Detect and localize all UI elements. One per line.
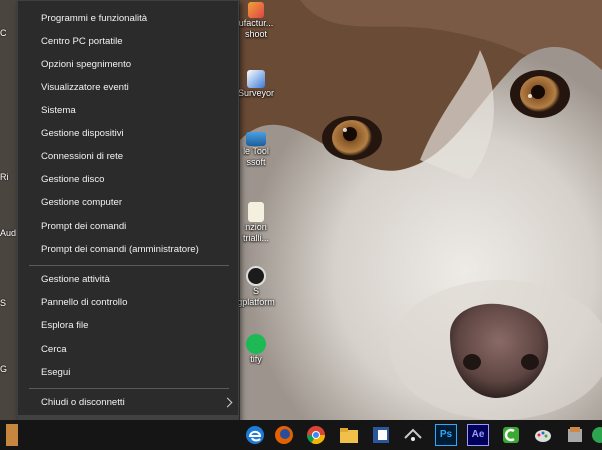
desktop-label-left: Aud bbox=[0, 228, 16, 238]
desktop-shortcut[interactable]: nzion trialli... bbox=[234, 202, 278, 244]
desktop-label-left: C bbox=[0, 28, 7, 38]
file-explorer-icon[interactable] bbox=[338, 424, 360, 446]
tools-icon[interactable] bbox=[564, 424, 586, 446]
chrome-icon[interactable] bbox=[305, 424, 327, 446]
menu-item-command-prompt-admin[interactable]: Prompt dei comandi (amministratore) bbox=[18, 239, 238, 261]
spotify-icon bbox=[246, 334, 266, 354]
desktop-shortcut[interactable]: ufactur... shoot bbox=[234, 2, 278, 40]
menu-separator bbox=[29, 388, 229, 389]
firefox-icon[interactable] bbox=[273, 424, 295, 446]
menu-item-label: Chiudi o disconnetti bbox=[41, 397, 125, 408]
menu-item-search[interactable]: Cerca bbox=[18, 339, 238, 361]
word-icon[interactable] bbox=[370, 424, 392, 446]
menu-item-run[interactable]: Esegui bbox=[18, 362, 238, 384]
menu-item-event-viewer[interactable]: Visualizzatore eventi bbox=[18, 77, 238, 99]
menu-item-network-connections[interactable]: Connessioni di rete bbox=[18, 146, 238, 168]
desktop-shortcut[interactable]: S gplatform bbox=[234, 266, 278, 308]
taskbar: Ps Ae bbox=[0, 420, 602, 450]
photoshop-icon[interactable]: Ps bbox=[435, 424, 457, 446]
document-icon bbox=[248, 202, 264, 222]
desktop-shortcut[interactable]: le Tool ssoft bbox=[234, 132, 278, 168]
monitor-icon bbox=[246, 132, 266, 146]
desktop-label-left: G bbox=[0, 364, 8, 374]
menu-item-file-explorer[interactable]: Esplora file bbox=[18, 315, 238, 337]
quick-link-menu: Programmi e funzionalità Centro PC porta… bbox=[17, 0, 239, 440]
menu-item-mobility-center[interactable]: Centro PC portatile bbox=[18, 31, 238, 53]
menu-item-computer-management[interactable]: Gestione computer bbox=[18, 192, 238, 214]
start-area-icon[interactable] bbox=[6, 424, 18, 446]
menu-item-device-manager[interactable]: Gestione dispositivi bbox=[18, 123, 238, 145]
desktop-shortcut[interactable]: tify bbox=[234, 334, 278, 365]
surveyor-icon bbox=[247, 70, 265, 88]
menu-item-disk-management[interactable]: Gestione disco bbox=[18, 169, 238, 191]
menu-item-command-prompt[interactable]: Prompt dei comandi bbox=[18, 216, 238, 238]
browser-icon[interactable] bbox=[590, 424, 602, 446]
menu-item-system[interactable]: Sistema bbox=[18, 100, 238, 122]
troubleshoot-icon bbox=[248, 2, 264, 18]
menu-item-task-manager[interactable]: Gestione attività bbox=[18, 269, 238, 291]
desktop-label-left: S bbox=[0, 298, 7, 308]
menu-item-shutdown-signout[interactable]: Chiudi o disconnetti bbox=[18, 392, 238, 414]
hotspot-icon[interactable] bbox=[402, 424, 424, 446]
menu-separator bbox=[29, 265, 229, 266]
menu-item-programs-features[interactable]: Programmi e funzionalità bbox=[18, 8, 238, 30]
desktop-label-left: Ri bbox=[0, 172, 9, 182]
desktop-shortcut[interactable]: Surveyor bbox=[234, 70, 278, 99]
edge-icon[interactable] bbox=[244, 424, 266, 446]
paint-icon[interactable] bbox=[532, 424, 554, 446]
menu-item-control-panel[interactable]: Pannello di controllo bbox=[18, 292, 238, 314]
after-effects-icon[interactable]: Ae bbox=[467, 424, 489, 446]
camtasia-icon[interactable] bbox=[500, 424, 522, 446]
chevron-right-icon bbox=[222, 397, 233, 408]
menu-item-power-options[interactable]: Opzioni spegnimento bbox=[18, 54, 238, 76]
obs-icon bbox=[246, 266, 266, 286]
